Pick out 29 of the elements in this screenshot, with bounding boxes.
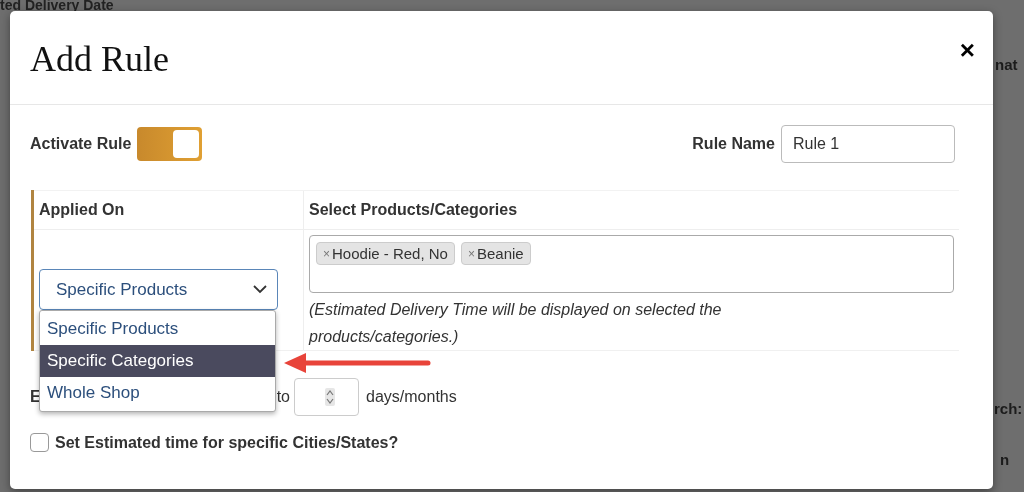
chevron-icon: [253, 285, 267, 294]
close-button[interactable]: ×: [959, 40, 975, 60]
remove-icon[interactable]: ×: [467, 246, 475, 261]
rule-name-field[interactable]: Rule 1: [781, 125, 955, 163]
dropdown-option[interactable]: Specific Products: [40, 313, 275, 345]
to-label: to: [276, 388, 290, 406]
dropdown-option[interactable]: Whole Shop: [40, 377, 275, 409]
remove-icon[interactable]: ×: [323, 246, 330, 261]
product-tag: ×Beanie: [460, 242, 531, 265]
help-text: (Estimated Delivery Time will be displayed on selected the products/categories.): [309, 300, 723, 347]
activate-label: Activate Rule: [30, 135, 132, 153]
rule-name-label: Rule Name: [692, 135, 775, 153]
number-field[interactable]: [294, 378, 359, 416]
product-tag: ×Hoodie - Red, No: [316, 242, 455, 265]
page-text: rch:: [994, 400, 1023, 417]
dropdown-option[interactable]: Specific Categories: [40, 345, 275, 377]
products-field[interactable]: ×Hoodie - Red, No ×Beanie: [309, 235, 954, 293]
page-heading: ted Delivery Date: [0, 0, 114, 12]
activate-toggle[interactable]: [137, 127, 203, 161]
spinner-icon[interactable]: [325, 388, 335, 406]
applied-on-select[interactable]: Specific Products: [39, 269, 278, 310]
page-text: nat: [995, 56, 1018, 73]
column-header: Select Products/Categories: [309, 201, 518, 219]
checkbox[interactable]: [30, 433, 49, 452]
modal-title: Add Rule: [30, 38, 169, 80]
column-header: Applied On: [39, 201, 125, 219]
page-text: n: [1000, 451, 1010, 468]
checkbox-label: Set Estimated time for specific Cities/States?: [55, 433, 399, 452]
unit-label: days/months: [366, 388, 457, 406]
